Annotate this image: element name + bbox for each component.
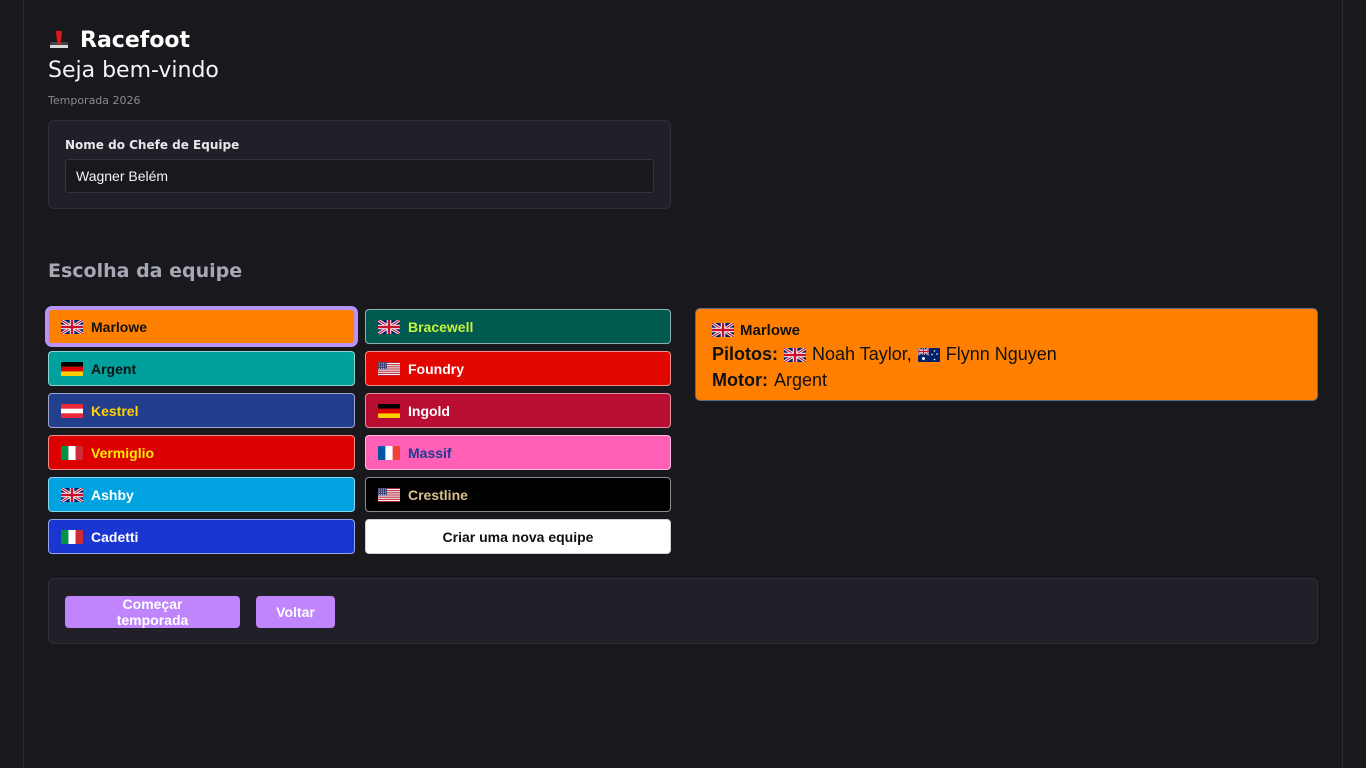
team-option-ingold[interactable]: Ingold (365, 393, 671, 428)
back-button[interactable]: Voltar (256, 596, 335, 628)
driver-1-name: Noah Taylor, (812, 344, 912, 364)
germany-flag-icon (378, 403, 400, 418)
team-principal-card: Nome do Chefe de Equipe (48, 120, 671, 209)
team-option-label: Ingold (408, 402, 450, 419)
australia-flag-icon (917, 347, 940, 362)
engine-label: Motor: (712, 370, 768, 390)
team-principal-label: Nome do Chefe de Equipe (65, 138, 240, 152)
team-option-label: Massif (408, 444, 452, 461)
usa-flag-icon (378, 361, 400, 376)
team-option-label: Argent (91, 360, 137, 377)
uk-flag-icon (61, 319, 83, 334)
page-title: Seja bem-vindo (48, 58, 219, 83)
usa-flag-icon (378, 487, 400, 502)
drivers-label: Pilotos: (712, 344, 778, 364)
brand-name: Racefoot (80, 27, 191, 53)
team-principal-input[interactable] (65, 159, 654, 193)
team-grid: Marlowe Bracewell Argent Foundry Kestrel Ingo… (48, 309, 671, 554)
team-option-label: Crestline (408, 486, 468, 503)
season-label: Temporada 2026 (48, 94, 141, 107)
team-option-label: Cadetti (91, 528, 139, 545)
team-option-crestline[interactable]: Crestline (365, 477, 671, 512)
italy-flag-icon (61, 529, 83, 544)
uk-flag-icon (784, 347, 806, 362)
team-detail-card: Marlowe Pilotos: Noah Taylor, Flynn Nguy… (695, 308, 1318, 401)
france-flag-icon (378, 445, 400, 460)
team-option-vermiglio[interactable]: Vermiglio (48, 435, 355, 470)
team-option-marlowe[interactable]: Marlowe (48, 309, 355, 344)
team-option-cadetti[interactable]: Cadetti (48, 519, 355, 554)
team-option-massif[interactable]: Massif (365, 435, 671, 470)
racefoot-logo-icon (50, 31, 68, 48)
team-section-title: Escolha da equipe (48, 260, 243, 282)
austria-flag-icon (61, 403, 83, 418)
team-option-label: Vermiglio (91, 444, 155, 461)
uk-flag-icon (712, 323, 734, 337)
team-option-label: Ashby (91, 486, 134, 503)
team-option-kestrel[interactable]: Kestrel (48, 393, 355, 428)
team-option-label: Bracewell (408, 318, 474, 335)
italy-flag-icon (61, 445, 83, 460)
engine-name: Argent (773, 370, 828, 390)
team-option-argent[interactable]: Argent (48, 351, 355, 386)
team-option-foundry[interactable]: Foundry (365, 351, 671, 386)
uk-flag-icon (61, 487, 83, 502)
detail-team-name: Marlowe (740, 321, 801, 339)
create-new-team-button[interactable]: Criar uma nova equipe (365, 519, 671, 554)
driver-2-name: Flynn Nguyen (945, 344, 1057, 364)
brand: Racefoot (48, 26, 190, 54)
team-option-label: Kestrel (91, 402, 139, 419)
uk-flag-icon (378, 319, 400, 334)
team-option-label: Foundry (408, 360, 464, 377)
team-option-ashby[interactable]: Ashby (48, 477, 355, 512)
germany-flag-icon (61, 361, 83, 376)
team-option-bracewell[interactable]: Bracewell (365, 309, 671, 344)
team-option-label: Marlowe (91, 318, 148, 335)
action-bar: Começar temporada Voltar (48, 578, 1318, 644)
start-season-button[interactable]: Começar temporada (65, 596, 240, 628)
